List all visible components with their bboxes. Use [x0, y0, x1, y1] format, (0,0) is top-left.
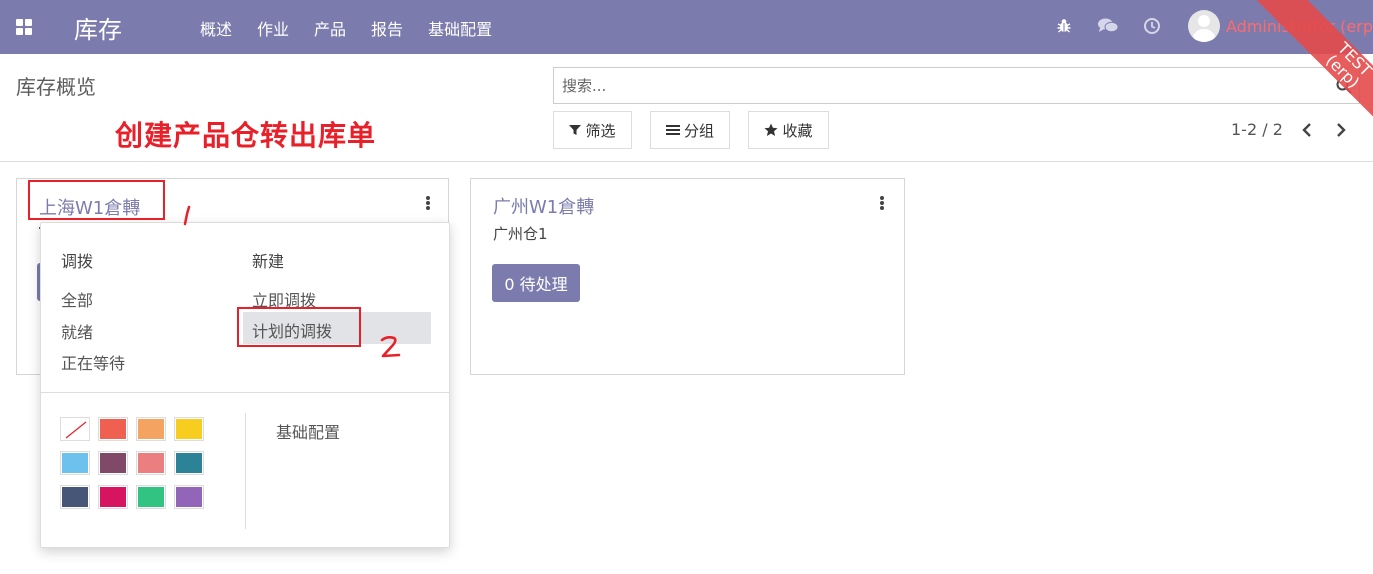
- chevron-left-icon[interactable]: [1300, 121, 1314, 139]
- menu-item-all[interactable]: 全部: [61, 287, 93, 311]
- annotation-box-1: [28, 180, 165, 220]
- color-swatch[interactable]: [136, 485, 166, 509]
- card-dropdown-menu: 调拨 全部 就绪 正在等待 新建 立即调拨 计划的调拨 基础配置: [40, 222, 450, 548]
- bug-icon[interactable]: [1052, 14, 1076, 38]
- color-swatch[interactable]: [60, 451, 90, 475]
- group-by-label: 分组: [683, 121, 714, 140]
- color-swatch[interactable]: [98, 485, 128, 509]
- menu-item-configuration[interactable]: 基础配置: [428, 16, 492, 40]
- menu-item-products[interactable]: 产品: [314, 16, 346, 40]
- color-swatch[interactable]: [174, 485, 204, 509]
- color-swatch[interactable]: [60, 417, 90, 441]
- filter-label: 筛选: [585, 121, 616, 140]
- clock-icon[interactable]: [1140, 14, 1164, 38]
- filter-icon: [569, 124, 582, 136]
- new-header: 新建: [252, 252, 285, 271]
- favorites-label: 收藏: [782, 121, 813, 140]
- bars-icon: [665, 124, 680, 136]
- control-panel: 库存概览 创建产品仓转出库单 筛选 分组 收藏 1-2 / 2: [0, 54, 1373, 162]
- user-avatar[interactable]: [1188, 10, 1220, 42]
- systray: [1052, 14, 1184, 38]
- favorites-button[interactable]: 收藏: [748, 111, 829, 149]
- main-menu: 概述 作业 产品 报告 基础配置: [200, 16, 517, 40]
- kanban-card-guangzhou[interactable]: 广州W1倉轉 广州仓1 0 待处理: [470, 178, 905, 375]
- apps-grid-icon[interactable]: [16, 19, 32, 35]
- filter-button[interactable]: 筛选: [553, 111, 632, 149]
- annotation-title: 创建产品仓转出库单: [115, 119, 377, 152]
- color-swatch[interactable]: [174, 417, 204, 441]
- annotation-mark-2: 2: [378, 316, 402, 358]
- color-swatch[interactable]: [174, 451, 204, 475]
- chevron-right-icon[interactable]: [1334, 121, 1348, 139]
- card-subtitle: 广州仓1: [493, 225, 548, 243]
- group-by-button[interactable]: 分组: [650, 111, 730, 149]
- search-input[interactable]: [554, 68, 1324, 103]
- color-swatch[interactable]: [98, 451, 128, 475]
- annotation-mark-1: 1: [182, 186, 192, 226]
- transfers-header: 调拨: [61, 252, 94, 271]
- kebab-menu-icon[interactable]: [423, 194, 433, 212]
- dropdown-vertical-divider: [245, 413, 246, 529]
- kebab-menu-icon[interactable]: [877, 194, 887, 212]
- pending-button[interactable]: 0 待处理: [492, 264, 580, 302]
- search-box: [553, 67, 1360, 104]
- color-swatch[interactable]: [98, 417, 128, 441]
- color-swatch[interactable]: [60, 485, 90, 509]
- color-swatch[interactable]: [136, 451, 166, 475]
- menu-item-operations[interactable]: 作业: [257, 16, 289, 40]
- menu-item-settings[interactable]: 基础配置: [276, 419, 340, 443]
- dropdown-divider: [41, 392, 449, 393]
- star-icon: [764, 123, 778, 137]
- menu-item-waiting[interactable]: 正在等待: [61, 350, 125, 374]
- menu-item-ready[interactable]: 就绪: [61, 319, 93, 343]
- color-swatch[interactable]: [136, 417, 166, 441]
- annotation-box-2: [237, 307, 361, 347]
- card-title[interactable]: 广州W1倉轉: [493, 193, 594, 219]
- breadcrumb: 库存概览: [16, 75, 96, 99]
- menu-item-overview[interactable]: 概述: [200, 16, 232, 40]
- top-navbar: 库存 概述 作业 产品 报告 基础配置 Administrator (erp): [0, 0, 1373, 54]
- menu-item-reports[interactable]: 报告: [371, 16, 403, 40]
- pager-value: 1-2 / 2: [1231, 120, 1283, 139]
- chat-icon[interactable]: [1096, 14, 1120, 38]
- app-brand[interactable]: 库存: [74, 10, 122, 45]
